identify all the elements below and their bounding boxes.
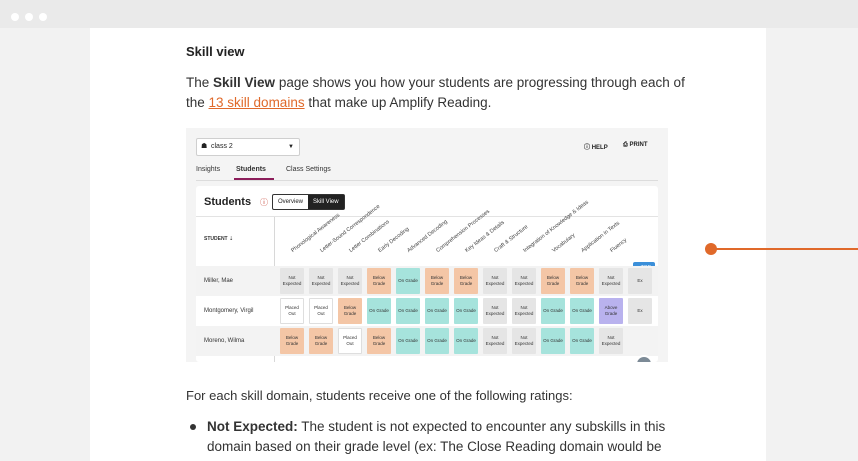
- rating-cell[interactable]: Below Grade: [280, 328, 304, 354]
- overview-toggle[interactable]: Overview: [273, 195, 308, 209]
- intro-paragraph: The Skill View page shows you how your s…: [186, 73, 686, 113]
- grid-top-divider: [196, 216, 658, 217]
- print-button[interactable]: ⎙ PRINT: [623, 142, 647, 149]
- rating-cell[interactable]: Below Grade: [425, 268, 449, 294]
- print-label: PRINT: [629, 142, 648, 148]
- skill-column-label: Phonological Awareness: [290, 212, 342, 254]
- rating-cell[interactable]: Not Expected: [512, 298, 536, 324]
- help-button[interactable]: ⓘ HELP: [584, 142, 608, 151]
- rating-cell[interactable]: On Grade: [541, 328, 565, 354]
- skill-column-label: Fluency: [609, 237, 629, 254]
- intro-bold: Skill View: [213, 75, 276, 90]
- skill-column-label: Vocabulary: [551, 232, 577, 254]
- student-name[interactable]: Montgomery, Virgil: [204, 308, 253, 314]
- intro-text-1: The: [186, 75, 214, 90]
- class-select[interactable]: ☗ class 2 ▼: [196, 138, 300, 156]
- skill-view-screenshot: ☗ class 2 ▼ ⓘ HELP ⎙ PRINT Insights Stud…: [186, 128, 668, 362]
- rating-cell[interactable]: Not Expected: [309, 268, 333, 294]
- window-dot-2[interactable]: [25, 13, 33, 21]
- help-icon: ⓘ: [584, 145, 591, 151]
- rating-cell[interactable]: Below Grade: [338, 298, 362, 324]
- rating-cell[interactable]: On Grade: [425, 298, 449, 324]
- rating-cell[interactable]: On Grade: [570, 298, 594, 324]
- ratings-intro: For each skill domain, students receive …: [186, 388, 573, 403]
- rating-cell[interactable]: Below Grade: [541, 268, 565, 294]
- rating-cell[interactable]: Below Grade: [454, 268, 478, 294]
- right-gutter: [766, 28, 858, 461]
- student-header-label: STUDENT: [204, 236, 228, 242]
- rating-cell[interactable]: On Grade: [454, 298, 478, 324]
- bullet-term: Not Expected:: [207, 419, 298, 434]
- class-select-value: class 2: [211, 143, 233, 150]
- rating-cell[interactable]: On Grade: [396, 328, 420, 354]
- tabs-divider: [196, 180, 658, 181]
- rating-cell[interactable]: Placed Out: [309, 298, 333, 324]
- tab-students[interactable]: Students: [236, 166, 266, 173]
- rating-cell[interactable]: Placed Out: [280, 298, 304, 324]
- rating-cell[interactable]: On Grade: [454, 328, 478, 354]
- window-titlebar: [0, 0, 858, 28]
- rating-cell[interactable]: On Grade: [367, 298, 391, 324]
- view-toggle: Overview Skill View: [272, 194, 345, 210]
- section-heading: Skill view: [186, 44, 245, 59]
- tab-insights[interactable]: Insights: [196, 166, 220, 173]
- window-dot-1[interactable]: [11, 13, 19, 21]
- rating-cell[interactable]: Not Expected: [599, 268, 623, 294]
- left-gutter: [0, 28, 90, 461]
- sort-icon: ⇣: [229, 236, 234, 242]
- rating-cell[interactable]: Ex: [628, 298, 652, 324]
- rating-cell[interactable]: Not Expected: [483, 268, 507, 294]
- rating-cell[interactable]: On Grade: [396, 298, 420, 324]
- rating-cell[interactable]: Not Expected: [512, 268, 536, 294]
- window-dot-3[interactable]: [39, 13, 47, 21]
- rating-cell[interactable]: Not Expected: [599, 328, 623, 354]
- skill-column-label: Early Decoding: [377, 226, 411, 254]
- rating-cell[interactable]: On Grade: [541, 298, 565, 324]
- info-icon[interactable]: ⓘ: [260, 197, 268, 208]
- students-card: Students ⓘ Overview Skill View STUDENT ⇣…: [196, 186, 658, 362]
- student-name[interactable]: Moreno, Wilma: [204, 338, 244, 344]
- student-column-header[interactable]: STUDENT ⇣: [204, 236, 233, 242]
- rating-cell[interactable]: On Grade: [570, 328, 594, 354]
- rating-cell[interactable]: Placed Out: [338, 328, 362, 354]
- students-icon: ☗: [201, 143, 208, 150]
- chevron-down-icon: ▼: [288, 144, 294, 150]
- print-icon: ⎙: [623, 142, 628, 148]
- rating-cell[interactable]: Below Grade: [367, 268, 391, 294]
- rating-cell[interactable]: Not Expected: [483, 298, 507, 324]
- rating-bullet-not-expected: Not Expected: The student is not expecte…: [186, 417, 686, 461]
- bullet-dot: [190, 424, 196, 430]
- rating-cell[interactable]: Not Expected: [483, 328, 507, 354]
- card-title: Students: [204, 196, 252, 208]
- help-label: HELP: [591, 145, 608, 151]
- rating-cell[interactable]: Above Grade: [599, 298, 623, 324]
- rating-cell[interactable]: Below Grade: [309, 328, 333, 354]
- student-name[interactable]: Miller, Mae: [204, 278, 233, 284]
- intro-text-3: that make up Amplify Reading.: [304, 95, 492, 110]
- article-page: Skill view The Skill View page shows you…: [90, 28, 766, 461]
- rating-cell[interactable]: Not Expected: [338, 268, 362, 294]
- skill-domains-link[interactable]: 13 skill domains: [209, 95, 305, 110]
- rating-cell[interactable]: On Grade: [425, 328, 449, 354]
- rating-cell[interactable]: Below Grade: [570, 268, 594, 294]
- tab-class-settings[interactable]: Class Settings: [286, 166, 331, 173]
- rating-cell[interactable]: Ex: [628, 268, 652, 294]
- rating-cell[interactable]: Not Expected: [512, 328, 536, 354]
- rating-cell[interactable]: Below Grade: [367, 328, 391, 354]
- callout-line: [711, 248, 858, 250]
- rating-cell[interactable]: Not Expected: [280, 268, 304, 294]
- rating-cell[interactable]: On Grade: [396, 268, 420, 294]
- skill-view-toggle[interactable]: Skill View: [308, 195, 344, 209]
